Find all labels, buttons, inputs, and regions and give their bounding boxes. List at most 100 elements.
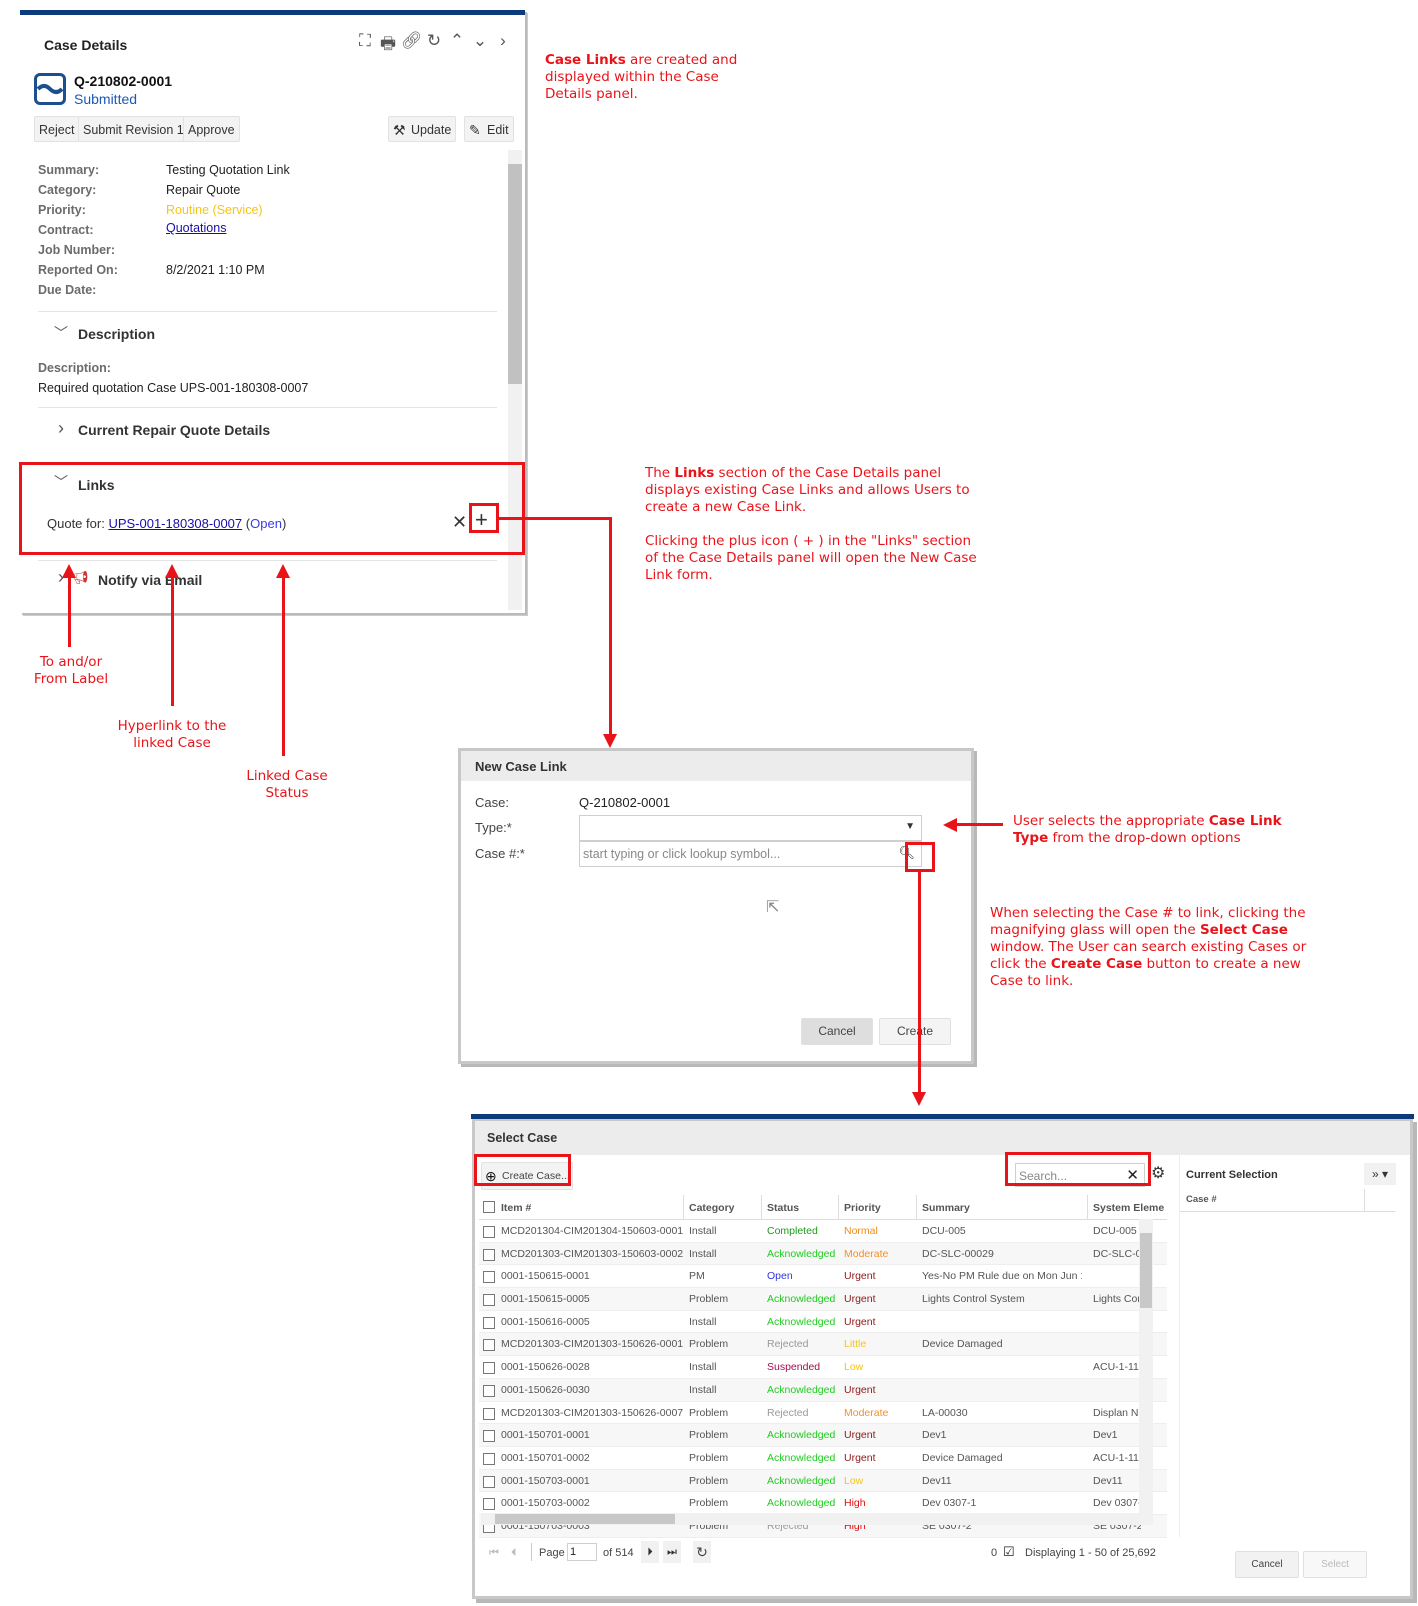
cell-priority: Urgent (844, 1429, 876, 1442)
scrollbar-thumb[interactable] (495, 1514, 675, 1524)
approve-button[interactable]: Approve (183, 116, 240, 142)
grid-horizontal-scrollbar[interactable] (481, 1513, 1153, 1525)
refresh-icon[interactable]: ↻ (693, 1541, 711, 1563)
update-button[interactable]: ⚒ Update (388, 116, 457, 142)
panel-collapse-icon[interactable]: » ▾ (1364, 1163, 1396, 1185)
page-number-input[interactable]: 1 (567, 1543, 597, 1561)
column-separator[interactable] (683, 1195, 684, 1219)
reject-button[interactable]: Reject (34, 116, 80, 142)
cell-priority: Normal (844, 1225, 878, 1237)
chevron-right-icon[interactable]: › (493, 31, 513, 60)
row-checkbox[interactable] (483, 1498, 495, 1511)
case-number-input[interactable]: start typing or click lookup symbol... 🔍… (579, 841, 922, 867)
column-separator[interactable] (1087, 1195, 1088, 1219)
checked-checkbox-icon[interactable]: ☑ (1003, 1544, 1015, 1560)
edit-button[interactable]: ✎ Edit (464, 116, 514, 142)
column-header-system-element[interactable]: System Eleme (1093, 1202, 1167, 1214)
refresh-icon[interactable]: ↻ (424, 31, 444, 60)
previous-page-icon[interactable]: ⏴ (511, 1547, 517, 1560)
column-header-summary[interactable]: Summary (922, 1202, 970, 1214)
scrollbar-thumb[interactable] (508, 164, 522, 384)
expand-all-icon[interactable]: ⌄ (470, 31, 490, 60)
row-checkbox[interactable] (483, 1226, 495, 1238)
chevron-down-icon[interactable]: ﹀ (54, 472, 68, 492)
collapse-all-icon[interactable]: ⌃ (447, 31, 467, 60)
panel-scrollbar[interactable] (508, 150, 522, 610)
table-row[interactable]: 0001-150615-0001 PM Open Urgent Yes-No PM Ru… (479, 1265, 1167, 1289)
notify-section-header[interactable]: Notify via Email (98, 572, 202, 588)
column-header-case-number[interactable]: Case # (1186, 1194, 1217, 1205)
table-row[interactable]: MCD201304-CIM201304-150603-0001 Install Co… (479, 1220, 1167, 1243)
scrollbar-thumb[interactable] (1140, 1233, 1152, 1308)
first-page-icon[interactable]: ⏮ (489, 1547, 499, 1560)
create-button[interactable]: Create (879, 1018, 951, 1045)
table-row[interactable]: 0001-150615-0005 Problem Acknowledged Urgen… (479, 1288, 1167, 1311)
contract-link[interactable]: Quotations (166, 221, 226, 235)
row-checkbox[interactable] (483, 1452, 495, 1465)
row-checkbox[interactable] (483, 1316, 495, 1329)
next-page-icon[interactable]: ⏵ (641, 1541, 659, 1563)
cancel-button[interactable]: Cancel (1235, 1551, 1299, 1578)
row-checkbox[interactable] (483, 1430, 495, 1443)
cell-status: Acknowledged (767, 1451, 836, 1464)
last-page-icon[interactable]: ⏭ (663, 1541, 681, 1563)
row-checkbox[interactable] (483, 1248, 495, 1261)
type-select[interactable]: ▼ (579, 815, 922, 841)
linked-case-hyperlink[interactable]: UPS-001-180308-0007 (108, 516, 242, 531)
column-header-item[interactable]: Item # (501, 1202, 531, 1214)
annotation-bold: Case Links (545, 52, 626, 68)
row-checkbox[interactable] (483, 1384, 495, 1397)
description-section-header[interactable]: Description (78, 326, 155, 342)
table-row[interactable]: 0001-150703-0001 Problem Acknowledged Low De… (479, 1469, 1167, 1493)
cancel-button[interactable]: Cancel (801, 1018, 873, 1045)
clear-search-icon[interactable]: ✕ (1126, 1166, 1139, 1184)
print-icon[interactable]: 🖶 (378, 31, 398, 60)
contract-value[interactable]: Quotations (166, 221, 226, 235)
row-checkbox[interactable] (483, 1294, 495, 1307)
column-separator[interactable] (838, 1195, 839, 1219)
table-row[interactable]: 0001-150701-0001 Problem Acknowledged Urgen… (479, 1424, 1167, 1447)
submit-revision-button[interactable]: Submit Revision 1 (78, 116, 189, 142)
column-header-priority[interactable]: Priority (844, 1202, 881, 1214)
current-selection-panel: Current Selection » ▾ Case # (1179, 1155, 1405, 1537)
column-header-status[interactable]: Status (767, 1202, 799, 1214)
add-link-icon[interactable]: + (475, 507, 488, 533)
settings-gear-icon[interactable]: ⚙ (1151, 1163, 1165, 1183)
table-row[interactable]: 0001-150626-0030 Install Acknowledged Urgen… (479, 1378, 1167, 1402)
window-top-bar (471, 1114, 1414, 1119)
row-checkbox[interactable] (483, 1362, 495, 1375)
selected-count: 0 (991, 1547, 998, 1559)
row-checkbox[interactable] (483, 1475, 495, 1488)
table-row[interactable]: MCD201303-CIM201303-150626-0007 Problem Re… (479, 1402, 1167, 1425)
chevron-down-icon[interactable]: ﹀ (54, 323, 68, 343)
row-checkbox[interactable] (483, 1407, 495, 1420)
arrow-up-icon (165, 564, 179, 578)
dropdown-arrow-icon[interactable]: ▼ (905, 821, 915, 832)
remove-link-icon[interactable]: ✕ (452, 512, 467, 533)
row-checkbox[interactable] (483, 1339, 495, 1352)
lookup-search-icon[interactable]: 🔍︎ (898, 845, 915, 861)
table-row[interactable]: 0001-150626-0028 Install Suspended Low ACU-1… (479, 1356, 1167, 1379)
repair-quote-section-header[interactable]: Current Repair Quote Details (78, 422, 270, 438)
annotation-to-from-label: To and/or From Label (33, 654, 109, 687)
select-all-checkbox[interactable] (483, 1201, 495, 1213)
cell-status: Acknowledged (767, 1315, 836, 1328)
chevron-right-icon[interactable]: › (58, 418, 64, 439)
expand-icon[interactable]: ⛶ (355, 31, 375, 60)
select-button[interactable]: Select (1303, 1551, 1367, 1578)
link-icon[interactable]: 🔗︎ (401, 31, 423, 60)
search-input[interactable]: Search... ✕ (1015, 1163, 1145, 1187)
column-separator[interactable] (761, 1195, 762, 1219)
table-row[interactable]: MCD201303-CIM201303-150626-0001 Problem Re… (479, 1333, 1167, 1357)
table-row[interactable]: 0001-150703-0002 Problem Acknowledged High D… (479, 1492, 1167, 1515)
links-section-header[interactable]: Links (78, 477, 115, 493)
row-checkbox[interactable] (483, 1271, 495, 1284)
grid-vertical-scrollbar[interactable] (1139, 1219, 1153, 1513)
create-case-button[interactable]: ⊕ Create Case... (481, 1162, 573, 1190)
cell-system-element: DC-SLC-0 (1093, 1247, 1141, 1260)
column-separator[interactable] (916, 1195, 917, 1219)
column-header-category[interactable]: Category (689, 1202, 735, 1214)
table-row[interactable]: 0001-150701-0002 Problem Acknowledged Urgen… (479, 1447, 1167, 1470)
table-row[interactable]: 0001-150616-0005 Install Acknowledged Urgen… (479, 1311, 1167, 1334)
table-row[interactable]: MCD201303-CIM201303-150603-0002 Install Ac… (479, 1242, 1167, 1266)
